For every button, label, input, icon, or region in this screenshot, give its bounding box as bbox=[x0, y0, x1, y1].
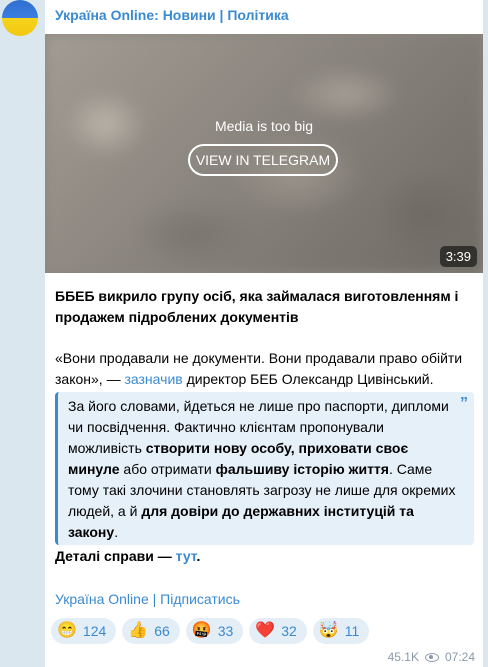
quote-icon: ” bbox=[460, 395, 468, 412]
heart-emoji-icon: ❤️ bbox=[255, 622, 276, 639]
details-suffix: . bbox=[196, 548, 201, 564]
message-bubble: Україна Online: Новини | Політика Media … bbox=[45, 0, 483, 667]
blockquote: За його словами, йдеться не лише про пас… bbox=[55, 392, 474, 545]
video-duration: 3:39 bbox=[439, 246, 477, 267]
reaction-heart[interactable]: ❤️ 32 bbox=[249, 618, 307, 644]
reaction-count: 33 bbox=[217, 623, 234, 639]
details-line: Деталі справи — тут. bbox=[55, 548, 200, 564]
channel-title[interactable]: Україна Online: Новини | Політика bbox=[55, 7, 289, 23]
reaction-thumbs-up[interactable]: 👍 66 bbox=[122, 618, 180, 644]
subscribe-link[interactable]: Україна Online | Підписатись bbox=[55, 591, 240, 607]
eye-icon bbox=[424, 652, 439, 662]
reaction-count: 66 bbox=[154, 623, 170, 639]
post-headline: ББЕБ викрило групу осіб, яка займалася в… bbox=[55, 288, 459, 325]
bq-part4: . bbox=[114, 524, 119, 540]
reaction-laugh[interactable]: 😁 124 bbox=[51, 618, 117, 644]
quote-paragraph: «Вони продавали не документи. Вони прода… bbox=[55, 348, 475, 390]
thumbs-up-emoji-icon: 👍 bbox=[128, 622, 149, 639]
angry-face-emoji-icon: 🤬 bbox=[191, 622, 212, 639]
laugh-emoji-icon: 😁 bbox=[57, 622, 77, 639]
media-too-big-notice: Media is too big bbox=[214, 118, 314, 134]
media-preview[interactable]: Media is too big VIEW IN TELEGRAM 3:39 bbox=[45, 34, 483, 273]
reactions-bar: 😁 124 👍 66 🤬 33 ❤️ 32 🤯 11 bbox=[51, 618, 370, 644]
reaction-mind-blown[interactable]: 🤯 11 bbox=[312, 618, 370, 644]
blockquote-text: За його словами, йдеться не лише про пас… bbox=[68, 396, 456, 543]
message-time: 07:24 bbox=[444, 650, 475, 664]
bq-bold2: фальшиву історію життя bbox=[215, 461, 389, 477]
message-meta: 45.1K 07:24 bbox=[388, 650, 475, 664]
channel-avatar[interactable] bbox=[2, 0, 38, 36]
quote-link[interactable]: зазначив bbox=[124, 371, 182, 387]
reaction-count: 124 bbox=[82, 623, 107, 639]
reaction-count: 32 bbox=[281, 623, 297, 639]
bq-part2: або отримати bbox=[119, 461, 216, 477]
reaction-count: 11 bbox=[344, 623, 360, 639]
reaction-angry[interactable]: 🤬 33 bbox=[185, 618, 244, 644]
view-in-telegram-button[interactable]: VIEW IN TELEGRAM bbox=[188, 144, 338, 176]
details-prefix: Деталі справи — bbox=[55, 548, 176, 564]
details-link[interactable]: тут bbox=[176, 548, 197, 564]
quote-tail-text: директор БЕБ Олександр Цивінський. bbox=[182, 371, 434, 387]
mind-blown-emoji-icon: 🤯 bbox=[318, 622, 339, 639]
view-count: 45.1K bbox=[387, 650, 419, 664]
